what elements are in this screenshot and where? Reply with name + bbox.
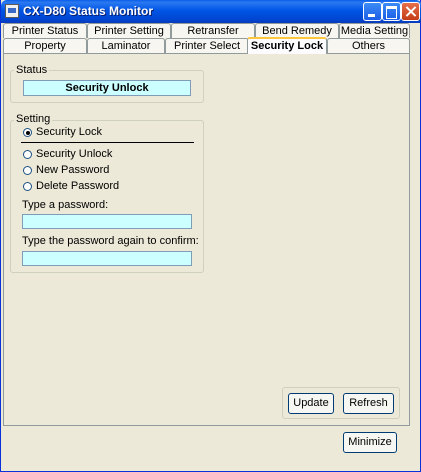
tab-property[interactable]: Property (3, 38, 87, 53)
tab-printer-status[interactable]: Printer Status (3, 23, 87, 38)
radio-delete-password-label[interactable]: Delete Password (36, 180, 119, 192)
update-button[interactable]: Update (288, 393, 334, 414)
radio-delete-password[interactable] (23, 182, 32, 191)
security-status-field: Security Unlock (23, 80, 191, 96)
radio-security-lock[interactable] (23, 128, 32, 137)
tab-bend-remedy[interactable]: Bend Remedy (255, 23, 339, 38)
tab-retransfer[interactable]: Retransfer (171, 23, 255, 38)
password-input[interactable] (22, 214, 192, 229)
confirm-password-label: Type the password again to confirm: (22, 235, 199, 247)
window-title: CX-D80 Status Monitor (23, 4, 154, 18)
close-window-icon[interactable] (401, 2, 420, 21)
tab-laminator[interactable]: Laminator (87, 38, 165, 53)
confirm-password-input[interactable] (22, 251, 192, 266)
minimize-button[interactable]: Minimize (343, 432, 397, 453)
tab-printer-select[interactable]: Printer Select (165, 38, 249, 53)
tab-security-lock[interactable]: Security Lock (247, 37, 327, 54)
app-icon (5, 4, 19, 18)
radio-security-unlock-label[interactable]: Security Unlock (36, 148, 112, 160)
tab-printer-setting[interactable]: Printer Setting (87, 23, 171, 38)
setting-group-label: Setting (14, 113, 53, 125)
tab-others[interactable]: Others (327, 38, 410, 53)
radio-security-unlock[interactable] (23, 150, 32, 159)
status-group-label: Status (14, 64, 50, 76)
maximize-window-icon[interactable] (382, 2, 401, 21)
minimize-window-icon[interactable] (363, 2, 382, 21)
refresh-button[interactable]: Refresh (343, 393, 394, 414)
title-bar[interactable]: CX-D80 Status Monitor (1, 0, 421, 23)
radio-new-password-label[interactable]: New Password (36, 164, 109, 176)
status-monitor-window: CX-D80 Status Monitor Printer Status Pri… (0, 0, 421, 472)
radio-new-password[interactable] (23, 166, 32, 175)
radio-security-lock-label[interactable]: Security Lock (36, 126, 102, 138)
tab-media-setting[interactable]: Media Setting (339, 23, 410, 38)
password-label: Type a password: (22, 199, 109, 211)
setting-separator (21, 142, 194, 143)
